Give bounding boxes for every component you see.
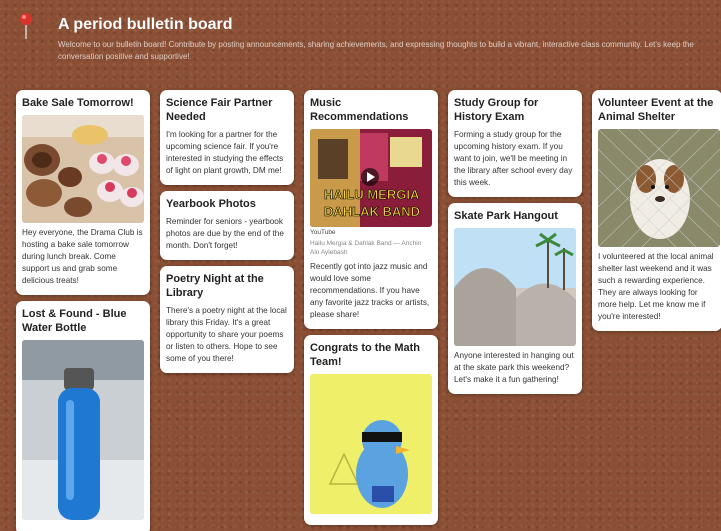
column-5: Volunteer Event at the Animal Shelter I …: [592, 90, 721, 337]
post-card-science-fair[interactable]: Science Fair Partner Needed I'm looking …: [160, 90, 294, 185]
post-card-music[interactable]: Music Recommendations HAILU MERGIA DAHLA…: [304, 90, 438, 329]
post-title: Study Group for History Exam: [454, 97, 539, 123]
post-body: Forming a study group for the upcoming h…: [454, 130, 573, 187]
shelter-dog-photo[interactable]: [598, 129, 720, 247]
post-card-poetry[interactable]: Poetry Night at the Library There's a po…: [160, 266, 294, 373]
column-2: Science Fair Partner Needed I'm looking …: [160, 90, 294, 379]
bulletin-board: A period bulletin board Welcome to our b…: [0, 0, 721, 531]
post-title: Volunteer Event at the Animal Shelter: [598, 97, 714, 123]
post-body: Hey everyone, the Drama Club is hosting …: [22, 228, 143, 285]
post-body: Anyone interested in hanging out at the …: [454, 351, 574, 384]
post-card-skate-park[interactable]: Skate Park Hangout Anyone interested in …: [448, 203, 582, 394]
post-title: Poetry Night at the Library: [166, 273, 264, 299]
video-meta: Hailu Mergia & Dahlak Band — Anchin Alo …: [310, 240, 422, 256]
board-title: A period bulletin board: [58, 16, 233, 33]
post-body: I'm looking for a partner for the upcomi…: [166, 130, 284, 175]
post-body: There's a poetry night at the local libr…: [166, 306, 287, 363]
post-card-volunteer[interactable]: Volunteer Event at the Animal Shelter I …: [592, 90, 721, 331]
post-body: I volunteered at the local animal shelte…: [598, 252, 714, 321]
skate-park-photo[interactable]: [454, 228, 576, 346]
youtube-video-thumbnail[interactable]: HAILU MERGIA DAHLAK BAND: [310, 129, 432, 227]
video-source: YouTube: [310, 229, 336, 236]
math-team-illustration[interactable]: [310, 374, 432, 514]
post-title: Lost & Found - Blue Water Bottle: [22, 308, 127, 334]
post-title: Skate Park Hangout: [454, 210, 558, 222]
column-4: Study Group for History Exam Forming a s…: [448, 90, 582, 400]
video-text-line1: HAILU MERGIA: [324, 187, 420, 202]
post-title: Congrats to the Math Team!: [310, 342, 420, 368]
post-card-study-group[interactable]: Study Group for History Exam Forming a s…: [448, 90, 582, 197]
post-title: Science Fair Partner Needed: [166, 97, 273, 123]
post-card-bake-sale[interactable]: Bake Sale Tomorrow! Hey everyone, the Dr…: [16, 90, 150, 295]
column-3: Music Recommendations HAILU MERGIA DAHLA…: [304, 90, 438, 531]
post-card-math-team[interactable]: Congrats to the Math Team!: [304, 335, 438, 525]
water-bottle-photo[interactable]: [22, 340, 144, 520]
post-card-yearbook[interactable]: Yearbook Photos Reminder for seniors - y…: [160, 191, 294, 260]
board-description: Welcome to our bulletin board! Contribut…: [58, 40, 694, 61]
video-text-line2: DAHLAK BAND: [324, 204, 420, 219]
post-body: Recently got into jazz music and would l…: [310, 262, 430, 319]
bake-sale-photo[interactable]: [22, 115, 144, 223]
post-title: Yearbook Photos: [166, 198, 256, 210]
column-1: Bake Sale Tomorrow! Hey everyone, the Dr…: [16, 90, 150, 531]
pushpin-icon: [20, 13, 32, 39]
post-body: Reminder for seniors - yearbook photos a…: [166, 217, 284, 250]
post-card-lost-found[interactable]: Lost & Found - Blue Water Bottle: [16, 301, 150, 531]
post-title: Music Recommendations: [310, 97, 409, 123]
post-title: Bake Sale Tomorrow!: [22, 97, 134, 109]
